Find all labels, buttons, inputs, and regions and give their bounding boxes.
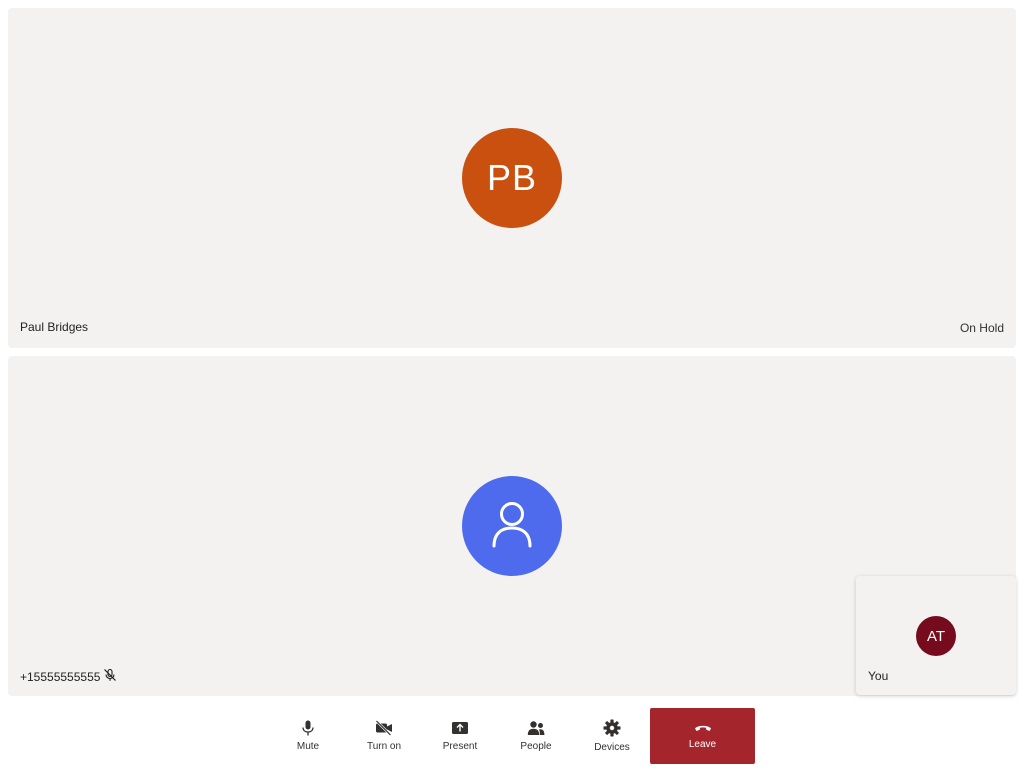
mic-off-icon: [103, 668, 117, 685]
participant-avatar: PB: [462, 128, 562, 228]
call-stage: PB Paul Bridges On Hold +15555555555 AT …: [0, 0, 1024, 768]
present-button[interactable]: Present: [426, 708, 494, 764]
leave-label: Leave: [688, 739, 717, 750]
participant-status: On Hold: [959, 321, 1004, 335]
participant-name: Paul Bridges: [20, 320, 89, 334]
devices-button[interactable]: Devices: [578, 708, 646, 764]
participant-name-row: +15555555555: [20, 668, 117, 685]
people-button[interactable]: People: [502, 708, 570, 764]
people-icon: [527, 720, 545, 736]
self-view-tile: AT You: [856, 576, 1016, 695]
participant-avatar: [462, 476, 562, 576]
self-avatar-initials: AT: [926, 627, 946, 645]
camera-off-icon: [375, 720, 393, 736]
people-label: People: [520, 741, 552, 752]
present-label: Present: [442, 741, 478, 752]
person-icon: [490, 500, 534, 553]
microphone-icon: [300, 720, 316, 736]
gear-icon: [603, 719, 621, 737]
participant-tile-paul-bridges: PB Paul Bridges On Hold: [8, 8, 1016, 348]
hang-up-icon: [694, 722, 712, 734]
self-avatar: AT: [916, 616, 956, 656]
call-control-bar: Mute Turn on Present People Devices Leav…: [0, 704, 1024, 768]
participant-name: +15555555555: [20, 669, 101, 684]
mute-button[interactable]: Mute: [274, 708, 342, 764]
share-screen-icon: [451, 720, 469, 736]
mute-label: Mute: [296, 741, 320, 752]
camera-label: Turn on: [366, 741, 402, 752]
devices-label: Devices: [594, 742, 630, 753]
leave-button[interactable]: Leave: [650, 708, 755, 764]
self-view-label: You: [868, 669, 889, 683]
camera-toggle-button[interactable]: Turn on: [350, 708, 418, 764]
avatar-initials: PB: [486, 157, 538, 198]
